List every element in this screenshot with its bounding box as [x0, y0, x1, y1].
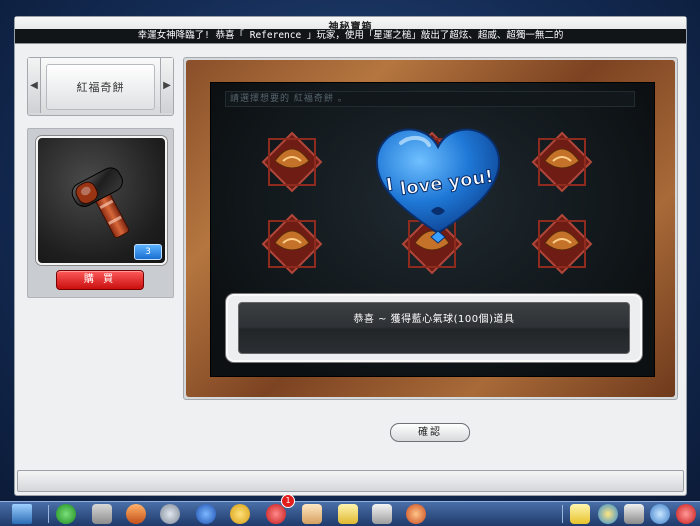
potion-icon[interactable] [196, 504, 216, 524]
result-message: 恭喜 ~ 獲得藍心氣球(100個)道具 [353, 314, 515, 325]
pet-icon[interactable] [598, 504, 618, 524]
selection-prompt: 請選擇想要的 紅福奇餅 。 [225, 91, 635, 107]
status-bar [17, 470, 684, 492]
next-item-button[interactable]: ▶ [160, 58, 173, 113]
item-icon[interactable] [338, 504, 358, 524]
wooden-frame: 請選擇想要的 紅福奇餅 。 I love you! 恭喜 ~ 獲得藍心氣球(10… [186, 60, 675, 397]
game-taskbar: 1 [0, 494, 700, 526]
cake-icon[interactable] [406, 504, 426, 524]
announcement-ticker: 幸運女神降臨了! 恭喜「 Reference 」玩家，使用「星運之槌」敲出了超炫… [15, 29, 686, 43]
skill-icon[interactable] [230, 504, 250, 524]
heart-icon[interactable] [266, 504, 286, 524]
fortune-cookie-slot-1[interactable] [261, 131, 323, 193]
notification-badge: 1 [281, 494, 295, 508]
game-board: 請選擇想要的 紅福奇餅 。 I love you! 恭喜 ~ 獲得藍心氣球(10… [210, 82, 655, 377]
previous-item-button[interactable]: ◀ [28, 58, 41, 113]
title-bar[interactable]: 神秘寶箱 幸運女神降臨了! 恭喜「 Reference 」玩家，使用「星運之槌」… [15, 17, 686, 44]
settings-gear-icon[interactable] [160, 504, 180, 524]
taskbar-divider [562, 505, 563, 523]
tools-icon[interactable] [624, 504, 644, 524]
book-icon[interactable] [372, 504, 392, 524]
back-icon[interactable] [56, 504, 76, 524]
fortune-cookie-slot-3[interactable] [531, 131, 593, 193]
selected-item-label[interactable]: 紅福奇餅 [46, 64, 155, 110]
result-message-panel: 恭喜 ~ 獲得藍心氣球(100個)道具 [238, 302, 630, 354]
fortune-cookie-slot-4[interactable] [261, 213, 323, 275]
item-selector: ◀ 紅福奇餅 ▶ [27, 57, 174, 116]
arrow-left-icon: ◀ [30, 80, 38, 91]
mystery-box-window: 神秘寶箱 幸運女神降臨了! 恭喜「 Reference 」玩家，使用「星運之槌」… [14, 16, 687, 496]
game-frame: 請選擇想要的 紅福奇餅 。 I love you! 恭喜 ~ 獲得藍心氣球(10… [183, 57, 678, 400]
arrow-right-icon: ▶ [163, 80, 171, 91]
item-panel: 3 購 買 [27, 128, 174, 298]
buy-button[interactable]: 購 買 [56, 270, 144, 290]
taskbar-divider [48, 505, 49, 523]
character-icon[interactable] [126, 504, 146, 524]
start-icon[interactable] [12, 504, 32, 524]
cart-icon[interactable] [92, 504, 112, 524]
search-icon[interactable] [650, 504, 670, 524]
quantity-badge: 3 [134, 244, 162, 260]
confirm-button[interactable]: 確認 [390, 423, 470, 442]
note-icon[interactable] [570, 504, 590, 524]
result-message-box: 恭喜 ~ 獲得藍心氣球(100個)道具 [226, 294, 642, 362]
fortune-cookie-slot-6[interactable] [531, 213, 593, 275]
power-icon[interactable] [676, 504, 696, 524]
scroll-icon[interactable] [302, 504, 322, 524]
blue-heart-balloon-icon: I love you! [375, 128, 501, 244]
item-preview: 3 [36, 136, 167, 265]
